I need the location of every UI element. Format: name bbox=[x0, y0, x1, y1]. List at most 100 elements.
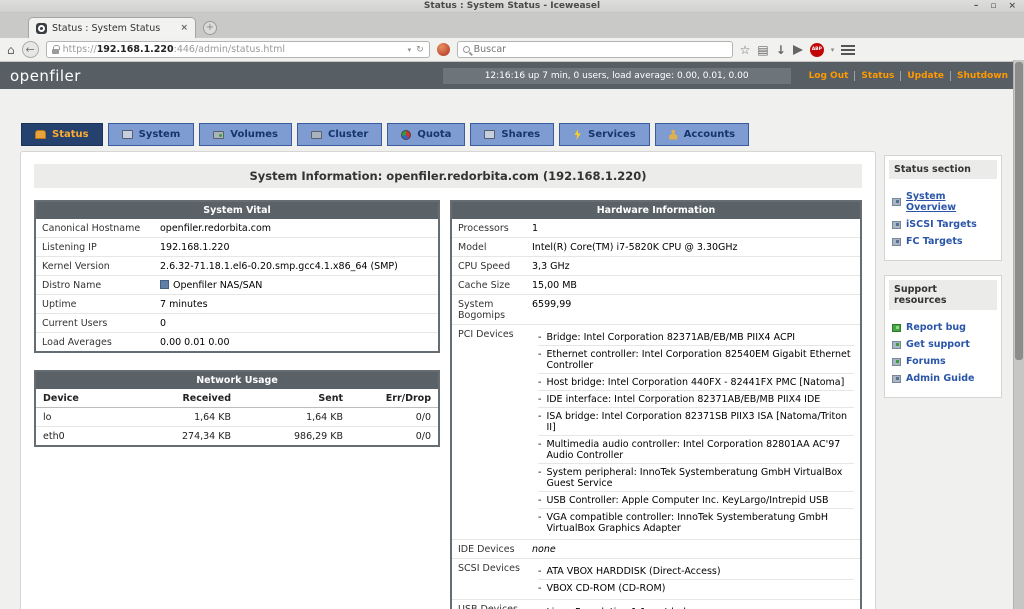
url-scheme: https:// bbox=[63, 44, 97, 55]
update-link[interactable]: Update bbox=[900, 71, 950, 81]
dash: - bbox=[538, 512, 541, 534]
scrollbar-thumb[interactable] bbox=[1015, 62, 1023, 360]
table-row: Uptime 7 minutes bbox=[36, 295, 438, 314]
link-label: Report bug bbox=[906, 322, 966, 333]
status-link[interactable]: Status bbox=[854, 71, 900, 81]
row-label: USB Devices bbox=[452, 600, 526, 609]
sidebar-link-report-bug[interactable]: Report bug bbox=[889, 319, 997, 336]
row-value: openfiler.redorbita.com bbox=[154, 219, 438, 238]
new-tab-button[interactable]: + bbox=[203, 21, 217, 35]
support-resources-title: Support resources bbox=[889, 280, 997, 310]
adblock-icon[interactable]: ABP bbox=[810, 43, 824, 57]
dash: - bbox=[538, 467, 541, 489]
tab-system[interactable]: System bbox=[108, 123, 195, 146]
row-value: 1 bbox=[526, 219, 860, 238]
row-value: 7 minutes bbox=[154, 295, 438, 314]
table-row: Kernel Version 2.6.32-71.18.1.el6-0.20.s… bbox=[36, 257, 438, 276]
cell-device: lo bbox=[36, 408, 126, 427]
cell-errdrop: 0/0 bbox=[350, 408, 438, 427]
tab-status-label: Status bbox=[52, 129, 89, 140]
col-device: Device bbox=[36, 389, 126, 408]
sidebar-link-iscsi-targets[interactable]: iSCSI Targets bbox=[889, 216, 997, 233]
tab-shares[interactable]: Shares bbox=[470, 123, 554, 146]
tab-volumes[interactable]: Volumes bbox=[199, 123, 292, 146]
tab-quota[interactable]: Quota bbox=[387, 123, 465, 146]
pci-device: USB Controller: Apple Computer Inc. KeyL… bbox=[546, 495, 828, 506]
sidebar-link-forums[interactable]: Forums bbox=[889, 353, 997, 370]
sidebar-link-system-overview[interactable]: System Overview bbox=[889, 188, 997, 216]
list-item: -ATA VBOX HARDDISK (Direct-Access) bbox=[538, 563, 854, 580]
distro-name: Openfiler NAS/SAN bbox=[173, 280, 262, 291]
tab-cluster[interactable]: Cluster bbox=[297, 123, 382, 146]
send-icon[interactable] bbox=[793, 45, 803, 55]
list-item: -Bridge: Intel Corporation 82371AB/EB/MB… bbox=[538, 329, 854, 346]
tab-services[interactable]: Services bbox=[559, 123, 650, 146]
adblock-dropdown-icon[interactable]: ▾ bbox=[831, 46, 835, 54]
tab-accounts[interactable]: Accounts bbox=[655, 123, 749, 146]
table-row: CPU Speed 3,3 GHz bbox=[452, 257, 860, 276]
main-nav: Status System Volumes Cluster Quota Shar… bbox=[21, 123, 749, 146]
dash: - bbox=[538, 377, 541, 388]
url-bar[interactable]: https://192.168.1.220:446/admin/status.h… bbox=[46, 41, 430, 58]
link-label: System Overview bbox=[906, 191, 994, 213]
cell-errdrop: 0/0 bbox=[350, 427, 438, 445]
tab-close-icon[interactable]: × bbox=[180, 23, 188, 33]
url-host: 192.168.1.220 bbox=[97, 44, 174, 55]
openfiler-logo: openfiler bbox=[10, 67, 81, 85]
sidebar-link-admin-guide[interactable]: Admin Guide bbox=[889, 370, 997, 387]
bookmark-star-icon[interactable]: ☆ bbox=[740, 44, 751, 56]
back-button[interactable]: ← bbox=[22, 41, 39, 58]
bug-icon bbox=[892, 324, 901, 332]
url-dropdown-icon[interactable]: ▾ bbox=[408, 46, 412, 54]
row-value: 0.00 0.01 0.00 bbox=[154, 333, 438, 351]
cell-received: 274,34 KB bbox=[126, 427, 238, 445]
search-bar[interactable] bbox=[457, 41, 733, 58]
table-row: Listening IP 192.168.1.220 bbox=[36, 238, 438, 257]
dash: - bbox=[538, 411, 541, 433]
network-header-row: Device Received Sent Err/Drop bbox=[36, 389, 438, 408]
minimize-button[interactable]: – bbox=[974, 1, 979, 11]
search-input[interactable] bbox=[474, 44, 727, 55]
dash: - bbox=[538, 439, 541, 461]
shutdown-link[interactable]: Shutdown bbox=[950, 71, 1014, 81]
sidebar-link-get-support[interactable]: Get support bbox=[889, 336, 997, 353]
pci-device: Bridge: Intel Corporation 82371AB/EB/MB … bbox=[546, 332, 795, 343]
hardware-info-title: Hardware Information bbox=[452, 202, 860, 219]
content-panel: System Information: openfiler.redorbita.… bbox=[20, 151, 876, 609]
support-icon bbox=[892, 341, 901, 349]
link-label: FC Targets bbox=[906, 236, 963, 247]
row-label: Processors bbox=[452, 219, 526, 238]
list-item: -Multimedia audio controller: Intel Corp… bbox=[538, 436, 854, 464]
browser-scrollbar[interactable] bbox=[1013, 60, 1024, 609]
tab-status[interactable]: Status bbox=[21, 123, 103, 146]
row-label: Model bbox=[452, 238, 526, 257]
guide-icon bbox=[892, 375, 901, 383]
link-label: iSCSI Targets bbox=[906, 219, 977, 230]
downloads-icon[interactable]: ↓ bbox=[776, 44, 786, 56]
close-button[interactable]: × bbox=[1008, 1, 1016, 11]
maximize-button[interactable]: ▫ bbox=[990, 1, 996, 11]
pci-device-list: - Bridge: Intel Corporation 82371AB/EB/MB… bbox=[526, 325, 860, 540]
extension-icon[interactable] bbox=[437, 43, 450, 56]
tab-shares-label: Shares bbox=[501, 129, 540, 140]
list-item: -System peripheral: InnoTek Systemberatu… bbox=[538, 464, 854, 492]
menu-icon[interactable] bbox=[841, 45, 855, 47]
reload-icon[interactable]: ↻ bbox=[416, 45, 424, 55]
bookmarks-icon[interactable]: ▤ bbox=[757, 44, 768, 56]
table-row: Current Users 0 bbox=[36, 314, 438, 333]
sidebar-link-fc-targets[interactable]: FC Targets bbox=[889, 233, 997, 250]
tab-volumes-label: Volumes bbox=[230, 129, 278, 140]
quota-icon bbox=[401, 130, 411, 140]
table-row-scsi: SCSI Devices -ATA VBOX HARDDISK (Direct-… bbox=[452, 559, 860, 600]
uptime-status: 12:16:16 up 7 min, 0 users, load average… bbox=[443, 68, 791, 84]
row-label: Cache Size bbox=[452, 276, 526, 295]
logout-link[interactable]: Log Out bbox=[803, 71, 855, 81]
browser-tab[interactable]: Status : System Status × bbox=[28, 17, 196, 38]
lock-icon bbox=[52, 49, 59, 54]
overview-icon bbox=[892, 198, 901, 206]
home-icon[interactable]: ⌂ bbox=[7, 44, 15, 56]
network-usage-table: Network Usage Device Received Sent Err/D… bbox=[34, 370, 440, 447]
page-background: Status System Volumes Cluster Quota Shar… bbox=[0, 89, 1024, 609]
tab-cluster-label: Cluster bbox=[328, 129, 368, 140]
link-label: Forums bbox=[906, 356, 946, 367]
